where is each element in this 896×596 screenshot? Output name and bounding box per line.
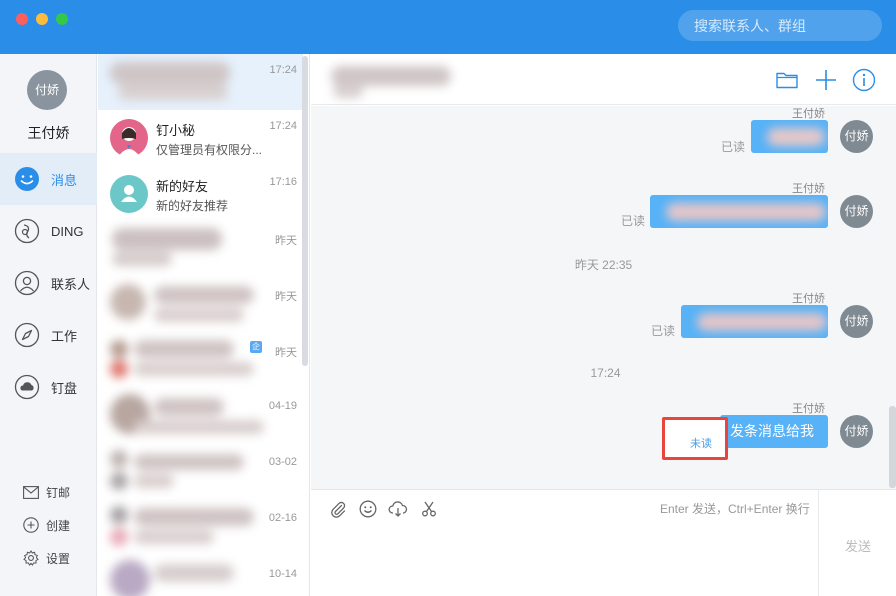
avatar [110, 175, 148, 213]
message-sender: 王付娇 [792, 183, 825, 195]
conversation-name: 新的好友 [156, 179, 209, 194]
enterprise-badge: 企 [250, 341, 262, 353]
user-name: 王付娇 [27, 125, 70, 141]
scissors-icon[interactable] [418, 498, 440, 520]
paperclip-icon[interactable] [327, 498, 349, 520]
folder-icon[interactable] [775, 68, 799, 92]
read-status: 已读 [621, 214, 646, 228]
chat-header [311, 54, 896, 105]
message-area: 王付娇 已读 付娇 王付娇 已读 付娇 昨天 22:35 王付娇 已读 付娇 1… [311, 106, 896, 489]
message-sender: 王付娇 [792, 108, 825, 120]
read-status: 已读 [721, 140, 746, 154]
conversation-time: 17:24 [269, 120, 297, 132]
conversation-time: 03-02 [268, 456, 297, 468]
nav-create[interactable]: 创建 [22, 516, 70, 534]
minimize-window-button[interactable] [36, 13, 48, 25]
nav-settings-label: 设置 [46, 551, 71, 566]
emoji-icon[interactable] [357, 498, 379, 520]
avatar[interactable]: 付娇 [840, 305, 873, 338]
mail-icon [22, 483, 40, 501]
nav-label: 钉盘 [51, 380, 78, 396]
list-item[interactable]: 昨天 [98, 334, 303, 390]
unread-highlight-box: 未读 [662, 417, 728, 460]
close-window-button[interactable] [16, 13, 28, 25]
contacts-icon [13, 269, 41, 297]
nav-item-work[interactable]: 工作 [0, 309, 97, 361]
conversation-time: 04-19 [268, 400, 297, 412]
message-text: 发条消息给我 [730, 423, 814, 439]
list-item[interactable]: 昨天 [98, 278, 303, 334]
message-bubble[interactable]: 发条消息给我 [720, 415, 828, 448]
message-bubble[interactable] [650, 195, 828, 228]
unread-status: 未读 [690, 438, 712, 450]
nav-settings[interactable]: 设置 [22, 549, 70, 567]
avatar[interactable]: 付娇 [27, 70, 67, 110]
nav-label: 联系人 [51, 276, 91, 292]
nav-create-label: 创建 [46, 518, 71, 533]
message-bubble[interactable] [681, 305, 828, 338]
list-item[interactable]: 钉小秘 仅管理员有权限分... 17:24 [98, 110, 303, 166]
ding-icon [13, 217, 41, 245]
list-item[interactable]: 新的好友 新的好友推荐 17:16 [98, 166, 303, 222]
conversation-preview: 仅管理员有权限分... [156, 143, 263, 157]
read-status: 已读 [651, 324, 676, 338]
plus-circle-icon [22, 516, 40, 534]
conversation-time: 10-14 [268, 568, 297, 580]
message-scrollbar[interactable] [889, 406, 896, 488]
list-item[interactable]: 04-19 [98, 390, 303, 446]
left-nav: 付娇 王付娇 消息 DING 联系人 工作 钉盘 钉邮 创建 设置 [0, 54, 97, 596]
conversation-time: 昨天 [275, 347, 297, 359]
nav-item-ding[interactable]: DING [0, 205, 97, 257]
nav-label: DING [51, 223, 84, 239]
nav-label: 工作 [51, 328, 78, 344]
conversation-time: 17:16 [269, 176, 297, 188]
smile-icon [13, 165, 41, 193]
nav-mail-label: 钉邮 [46, 485, 71, 500]
conversation-list: 17:24 钉小秘 仅管理员有权限分... 17:24 新的好友 新的好友推荐 … [98, 54, 310, 596]
list-item[interactable]: 17:24 [98, 54, 303, 110]
message-sender: 王付娇 [792, 403, 825, 415]
list-item[interactable]: 02-16 [98, 502, 303, 558]
nav-item-disk[interactable]: 钉盘 [0, 361, 97, 413]
nav-mail[interactable]: 钉邮 [22, 483, 70, 501]
compass-icon [13, 321, 41, 349]
message-bubble[interactable] [751, 120, 828, 153]
conversation-time: 02-16 [268, 512, 297, 524]
search-box [678, 10, 882, 41]
list-item[interactable]: 昨天 [98, 222, 303, 278]
cloud-disk-icon [13, 373, 41, 401]
input-hint: Enter 发送，Ctrl+Enter 换行 [660, 502, 810, 516]
nav-item-contacts[interactable]: 联系人 [0, 257, 97, 309]
send-button-label: 发送 [845, 539, 872, 554]
avatar[interactable]: 付娇 [840, 415, 873, 448]
conversation-time: 昨天 [275, 291, 297, 303]
send-button[interactable]: 发送 [818, 490, 896, 596]
time-separator: 17:24 [590, 366, 621, 380]
search-input[interactable] [678, 10, 882, 41]
avatar[interactable]: 付娇 [840, 195, 873, 228]
chat-panel: 王付娇 已读 付娇 王付娇 已读 付娇 昨天 22:35 王付娇 已读 付娇 1… [311, 54, 896, 596]
maximize-window-button[interactable] [56, 13, 68, 25]
avatar[interactable]: 付娇 [840, 120, 873, 153]
conversation-time: 17:24 [269, 64, 297, 76]
add-icon[interactable] [814, 68, 838, 92]
conversation-name: 钉小秘 [156, 123, 196, 138]
conversation-list-scrollbar[interactable] [302, 56, 308, 366]
time-separator: 昨天 22:35 [574, 258, 633, 272]
title-bar [0, 0, 896, 54]
nav-item-messages[interactable]: 消息 [0, 153, 97, 205]
list-item[interactable]: 10-14 [98, 558, 303, 596]
nav-label: 消息 [51, 172, 78, 188]
gear-icon [22, 549, 40, 567]
conversation-time: 昨天 [275, 235, 297, 247]
cloud-upload-icon[interactable] [387, 498, 409, 520]
message-sender: 王付娇 [792, 293, 825, 305]
list-item[interactable]: 03-02 [98, 446, 303, 502]
conversation-preview: 新的好友推荐 [156, 199, 229, 213]
input-area: Enter 发送，Ctrl+Enter 换行 发送 [311, 489, 896, 596]
avatar [110, 119, 148, 157]
info-icon[interactable] [852, 68, 876, 92]
